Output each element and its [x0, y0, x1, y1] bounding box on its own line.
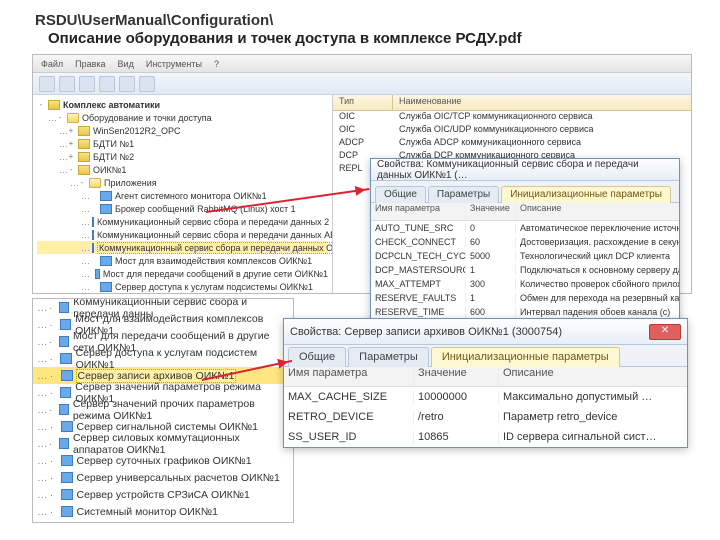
tree-fragment[interactable]: …·Коммуникационный сервис сбора и переда…: [32, 298, 294, 523]
tabstrip[interactable]: Общие Параметры Инициализационные параме…: [284, 345, 687, 367]
param-row[interactable]: SS_USER_ID10865ID сервера сигнальной сис…: [284, 427, 687, 447]
param-row[interactable]: AUTO_TUNE_SRC0Автоматическое переключени…: [371, 221, 679, 235]
menu-view[interactable]: Вид: [118, 59, 134, 69]
col-param-name: Имя параметра: [371, 203, 466, 220]
param-row[interactable]: CHECK_CONNECT60Достоверизация. расхожден…: [371, 235, 679, 249]
col-param-desc: Описание: [516, 203, 679, 220]
tree-item[interactable]: …-ОИК№1: [37, 163, 328, 176]
toolbar-btn[interactable]: [79, 76, 95, 92]
page-title: Описание оборудования и точек доступа в …: [48, 30, 522, 47]
tab-params[interactable]: Параметры: [348, 347, 429, 367]
tree-item[interactable]: …Мост для передачи сообщений в другие се…: [37, 267, 328, 280]
dialog-caption[interactable]: Свойства: Коммуникационный сервис сбора …: [371, 159, 679, 181]
tabstrip[interactable]: Общие Параметры Инициализационные параме…: [371, 181, 679, 203]
toolbar-btn[interactable]: [39, 76, 55, 92]
dialog-title: Свойства: Коммуникационный сервис сбора …: [377, 159, 673, 181]
toolbar-btn[interactable]: [99, 76, 115, 92]
tree-root[interactable]: -Комплекс автоматики: [37, 98, 328, 111]
toolbar-btn[interactable]: [139, 76, 155, 92]
tree-item[interactable]: …-Приложения: [37, 176, 328, 189]
list-item[interactable]: ADCPСлужба ADCP коммуникационного сервис…: [333, 137, 691, 150]
tab-init-params[interactable]: Инициализационные параметры: [501, 186, 671, 203]
tree-item[interactable]: …Коммуникационный сервис сбора и передач…: [37, 215, 328, 228]
tree-item[interactable]: …·Системный монитор ОИК№1: [33, 503, 293, 520]
toolbar-btn[interactable]: [59, 76, 75, 92]
param-row[interactable]: DCP_MASTERSOURCE1Подключаться к основном…: [371, 263, 679, 277]
menu-edit[interactable]: Правка: [75, 59, 105, 69]
tree-item[interactable]: …+WinSen2012R2_OPC: [37, 124, 328, 137]
col-name[interactable]: Наименование: [393, 95, 691, 110]
param-row[interactable]: RETRO_DEVICE/retroПараметр retro_device: [284, 407, 687, 427]
dialog-title: Свойства: Сервер записи архивов ОИК№1 (3…: [290, 326, 562, 338]
param-grid[interactable]: Имя параметра Значение Описание MAX_CACH…: [284, 367, 687, 447]
dialog-caption[interactable]: Свойства: Сервер записи архивов ОИК№1 (3…: [284, 319, 687, 345]
menu-help[interactable]: ?: [214, 59, 219, 69]
param-row[interactable]: DCPCLN_TECH_CYCLE5000Технологический цик…: [371, 249, 679, 263]
menu-bar[interactable]: Файл Правка Вид Инструменты ?: [33, 55, 691, 73]
menu-tools[interactable]: Инструменты: [146, 59, 202, 69]
tree-item[interactable]: …·Сервер значений прочих параметров режи…: [33, 401, 293, 418]
tree-item[interactable]: …Коммуникационный сервис сбора и передач…: [37, 241, 328, 254]
col-param-name: Имя параметра: [284, 367, 414, 386]
col-type[interactable]: Тип: [333, 95, 393, 110]
breadcrumb: RSDU\UserManual\Configuration\: [35, 12, 273, 29]
properties-dialog-archive: Свойства: Сервер записи архивов ОИК№1 (3…: [283, 318, 688, 448]
list-header: Тип Наименование: [333, 95, 691, 111]
toolbar-btn[interactable]: [119, 76, 135, 92]
tree-item[interactable]: …·Сервер силовых коммутационных аппарато…: [33, 435, 293, 452]
col-param-value: Значение: [414, 367, 499, 386]
tree-item[interactable]: …+БДТИ №2: [37, 150, 328, 163]
tree-item[interactable]: …·Сервер устройств СРЗиСА ОИК№1: [33, 486, 293, 503]
tree-item[interactable]: …Коммуникационный сервис сбора и передач…: [37, 228, 328, 241]
tab-general[interactable]: Общие: [375, 186, 426, 203]
tree-item[interactable]: …Сервер доступа к услугам подсистемы ОИК…: [37, 280, 328, 293]
param-row[interactable]: MAX_ATTEMPT300Количество проверок сбойно…: [371, 277, 679, 291]
tree-item[interactable]: …Мост для взаимодействия комплексов ОИК№…: [37, 254, 328, 267]
tree-item[interactable]: …·Сервер универсальных расчетов ОИК№1: [33, 469, 293, 486]
menu-file[interactable]: Файл: [41, 59, 63, 69]
param-row[interactable]: RESERVE_TIME600Интервал падения обоев ка…: [371, 305, 679, 319]
close-icon[interactable]: ✕: [649, 324, 681, 340]
list-item[interactable]: OICСлужба OIC/UDP коммуникационного серв…: [333, 124, 691, 137]
param-row[interactable]: MAX_CACHE_SIZE10000000Максимально допуст…: [284, 387, 687, 407]
col-param-desc: Описание: [499, 367, 687, 386]
tab-init-params[interactable]: Инициализационные параметры: [431, 347, 620, 367]
tree-panel[interactable]: -Комплекс автоматики…-Оборудование и точ…: [33, 95, 333, 293]
param-row[interactable]: RESERVE_FAULTS1Обмен для перехода на рез…: [371, 291, 679, 305]
tab-general[interactable]: Общие: [288, 347, 346, 367]
list-item[interactable]: OICСлужба OIC/TCP коммуникационного серв…: [333, 111, 691, 124]
col-param-value: Значение: [466, 203, 516, 220]
tree-item[interactable]: …Брокер сообщений RabbitMQ (Linux) хост …: [37, 202, 328, 215]
tab-params[interactable]: Параметры: [428, 186, 499, 203]
tree-item[interactable]: …-Оборудование и точки доступа: [37, 111, 328, 124]
tree-item[interactable]: …+БДТИ №1: [37, 137, 328, 150]
toolbar: [33, 73, 691, 95]
